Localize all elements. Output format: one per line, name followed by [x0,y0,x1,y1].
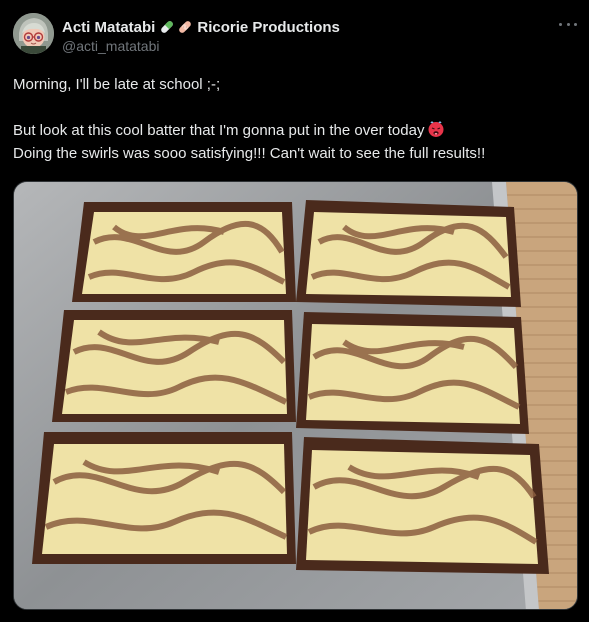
tweet-line-3: Doing the swirls was sooo satisfying!!! … [13,145,486,162]
avatar[interactable] [13,13,54,54]
loaf-mold [72,202,296,302]
author-row: Acti Matatabi Ricorie Productions [62,17,549,37]
display-name[interactable]: Acti Matatabi [62,19,155,36]
loaf-mold [296,437,549,574]
tweet-line-1: Morning, I'll be late at school ;-; [13,76,221,93]
more-options-icon[interactable] [559,18,577,30]
loaf-mold [52,310,296,422]
tweet-line-2: But look at this cool batter that I'm go… [13,119,578,142]
tweet-text: Morning, I'll be late at school ;-; But … [13,73,578,165]
tweet-photo[interactable] [13,181,578,610]
hot-face-emoji [427,120,445,138]
batter-loaves-photo [14,182,577,609]
handle[interactable]: @acti_matatabi [62,37,549,55]
tweet-line-2-text: But look at this cool batter that I'm go… [13,122,425,139]
tweet-header: Acti Matatabi Ricorie Productions @acti_… [62,17,549,55]
pill-icon [159,19,175,35]
loaf-mold [296,200,521,307]
org-name[interactable]: Ricorie Productions [197,19,340,36]
loaf-mold [296,312,529,434]
loaf-mold [32,432,296,564]
tweet: Acti Matatabi Ricorie Productions @acti_… [0,0,589,622]
bandage-icon [177,19,193,35]
